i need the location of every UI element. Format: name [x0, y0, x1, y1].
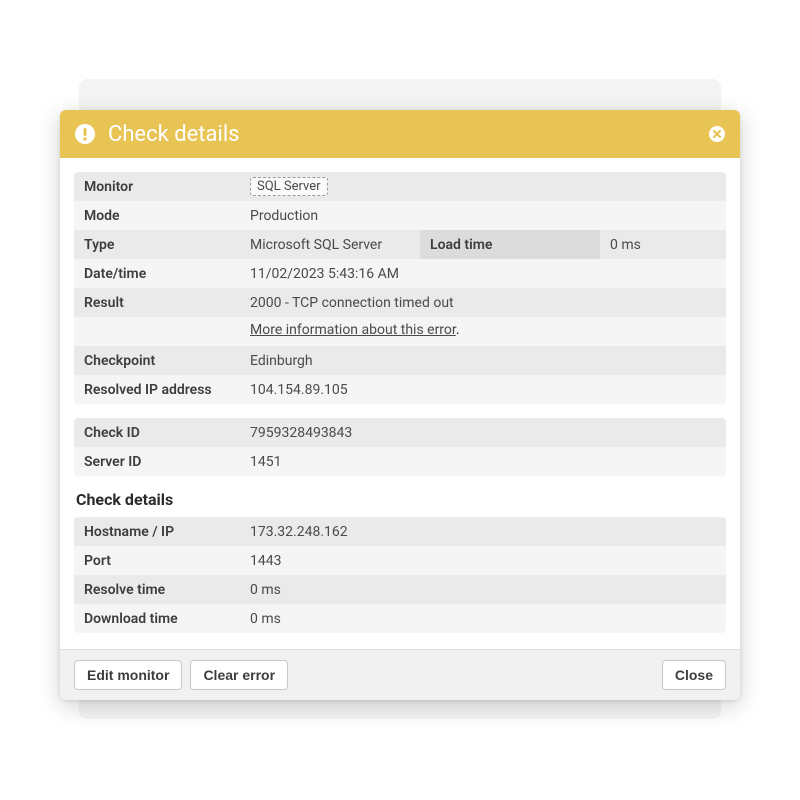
- edit-monitor-button[interactable]: Edit monitor: [74, 660, 182, 690]
- table-row: Hostname / IP 173.32.248.162: [74, 517, 726, 546]
- table-row: Checkpoint Edinburgh: [74, 346, 726, 375]
- table-row: Download time 0 ms: [74, 604, 726, 633]
- monitor-chip[interactable]: SQL Server: [250, 177, 328, 196]
- monitor-value: SQL Server: [240, 172, 726, 201]
- resolvetime-label: Resolve time: [74, 575, 240, 604]
- result-label: Result: [74, 288, 240, 317]
- table-row: Type Microsoft SQL Server Load time 0 ms: [74, 230, 726, 259]
- loadtime-value: 0 ms: [600, 230, 720, 259]
- monitor-label: Monitor: [74, 172, 240, 201]
- table-row: Result 2000 - TCP connection timed out: [74, 288, 726, 317]
- dialog-title: Check details: [108, 122, 708, 147]
- mode-label: Mode: [74, 201, 240, 230]
- table-row: Resolve time 0 ms: [74, 575, 726, 604]
- serverid-label: Server ID: [74, 447, 240, 476]
- table-row: Check ID 7959328493843: [74, 418, 726, 447]
- footer-spacer: [296, 660, 654, 690]
- table-row: Server ID 1451: [74, 447, 726, 476]
- dialog-footer: Edit monitor Clear error Close: [60, 649, 740, 700]
- close-button[interactable]: Close: [662, 660, 726, 690]
- more-info-link[interactable]: More information about this error: [250, 322, 456, 338]
- resolvedip-value: 104.154.89.105: [240, 375, 726, 404]
- type-label: Type: [74, 230, 240, 259]
- checkpoint-label: Checkpoint: [74, 346, 240, 375]
- port-value: 1443: [240, 546, 726, 575]
- ids-table: Check ID 7959328493843 Server ID 1451: [74, 418, 726, 476]
- check-details-dialog: Check details Monitor SQL Server Mode Pr…: [60, 110, 740, 700]
- datetime-label: Date/time: [74, 259, 240, 288]
- table-row: Mode Production: [74, 201, 726, 230]
- dialog-header: Check details: [60, 110, 740, 158]
- table-row: Port 1443: [74, 546, 726, 575]
- summary-table: Monitor SQL Server Mode Production Type …: [74, 172, 726, 404]
- checkpoint-value: Edinburgh: [240, 346, 726, 375]
- result-more-info-row: More information about this error.: [74, 317, 726, 346]
- hostname-value: 173.32.248.162: [240, 517, 726, 546]
- serverid-value: 1451: [240, 447, 726, 476]
- table-row: Date/time 11/02/2023 5:43:16 AM: [74, 259, 726, 288]
- details-table: Hostname / IP 173.32.248.162 Port 1443 R…: [74, 517, 726, 633]
- downloadtime-value: 0 ms: [240, 604, 726, 633]
- checkid-value: 7959328493843: [240, 418, 726, 447]
- port-label: Port: [74, 546, 240, 575]
- table-row: Resolved IP address 104.154.89.105: [74, 375, 726, 404]
- mode-value: Production: [240, 201, 726, 230]
- resolvetime-value: 0 ms: [240, 575, 726, 604]
- hostname-label: Hostname / IP: [74, 517, 240, 546]
- type-value: Microsoft SQL Server: [240, 230, 420, 259]
- alert-icon: [74, 123, 96, 145]
- dialog-body: Monitor SQL Server Mode Production Type …: [60, 158, 740, 649]
- downloadtime-label: Download time: [74, 604, 240, 633]
- details-heading: Check details: [76, 490, 726, 509]
- clear-error-button[interactable]: Clear error: [190, 660, 288, 690]
- result-value: 2000 - TCP connection timed out: [240, 288, 726, 317]
- loadtime-label: Load time: [420, 230, 600, 259]
- datetime-value: 11/02/2023 5:43:16 AM: [240, 259, 726, 288]
- close-icon[interactable]: [708, 125, 726, 143]
- checkid-label: Check ID: [74, 418, 240, 447]
- table-row: Monitor SQL Server: [74, 172, 726, 201]
- resolvedip-label: Resolved IP address: [74, 375, 240, 404]
